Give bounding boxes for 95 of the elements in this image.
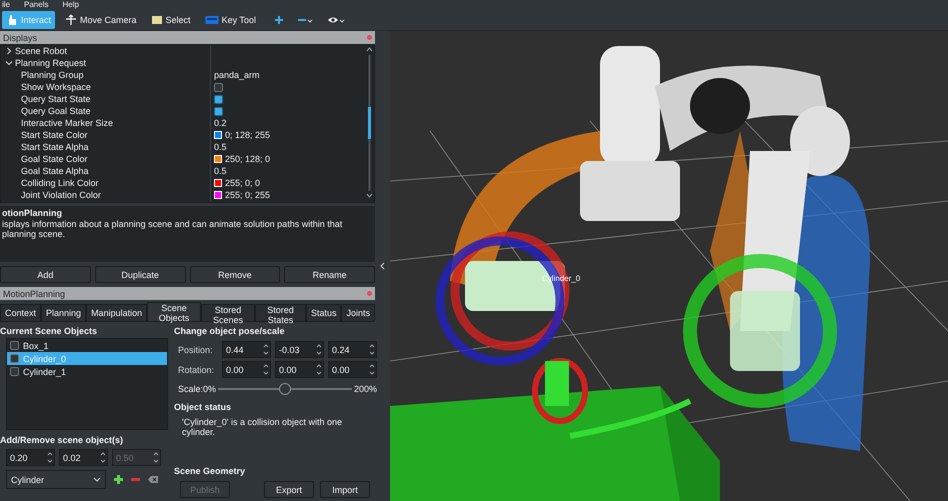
description-text: isplays information about a planning scene and can animate solution paths within that planning scene. bbox=[2, 219, 344, 239]
object-name: Box_1 bbox=[23, 340, 49, 350]
property-value: 0.5 bbox=[214, 166, 227, 176]
tab[interactable]: Planning bbox=[41, 304, 86, 321]
property-label: Joint Violation Color bbox=[21, 190, 101, 200]
plus-icon[interactable] bbox=[274, 15, 284, 25]
tab[interactable]: Joints bbox=[341, 304, 375, 321]
scene-object-item[interactable]: Box_1 bbox=[7, 339, 167, 352]
menu-item[interactable]: Panels bbox=[24, 0, 48, 10]
spin-field[interactable]: 0.00 bbox=[222, 361, 271, 378]
display-button[interactable]: Rename bbox=[284, 266, 375, 283]
scrollbar-drawing[interactable] bbox=[366, 45, 373, 200]
checkbox[interactable] bbox=[214, 94, 223, 104]
geometry-button[interactable]: Import bbox=[320, 481, 370, 498]
property-label: Query Goal State bbox=[21, 106, 91, 116]
display-button[interactable]: Add bbox=[0, 266, 91, 283]
section-heading: Change object pose/scale bbox=[174, 325, 286, 338]
property-label: Start State Alpha bbox=[21, 142, 89, 152]
tree-item[interactable]: Planning Request bbox=[15, 58, 86, 68]
spin-field[interactable]: 0.02 bbox=[59, 449, 108, 466]
plus-icon[interactable] bbox=[114, 475, 123, 484]
property-label: Show Workspace bbox=[21, 82, 91, 92]
slider-thumb[interactable] bbox=[279, 383, 291, 395]
property-value: panda_arm bbox=[214, 70, 260, 80]
checkbox[interactable] bbox=[214, 82, 223, 92]
property-value: 0.2 bbox=[214, 118, 227, 128]
eye-dropdown-icon[interactable] bbox=[328, 15, 346, 25]
property-label: Colliding Link Color bbox=[21, 178, 99, 188]
checkbox[interactable] bbox=[10, 367, 19, 376]
hand-pointer-icon bbox=[6, 14, 18, 26]
checkbox[interactable] bbox=[214, 106, 223, 116]
spin-field[interactable]: 0.00 bbox=[328, 361, 377, 378]
status-text: 'Cylinder_0' is a collision object with one cylinder. bbox=[182, 417, 344, 437]
property-label: Goal State Color bbox=[21, 154, 88, 164]
tab[interactable]: Stored Scenes bbox=[200, 304, 256, 321]
object-label: Cylinder_0 bbox=[542, 274, 580, 283]
panel-title: Displays bbox=[3, 32, 38, 42]
object-name: Cylinder_1 bbox=[23, 366, 66, 376]
display-button[interactable]: Remove bbox=[190, 266, 280, 283]
tab[interactable]: Scene Objects bbox=[147, 302, 201, 321]
slider-max-label: 200% bbox=[354, 384, 377, 394]
spin-arrows-icon[interactable] bbox=[47, 451, 53, 464]
section-heading: Current Scene Objects bbox=[0, 325, 98, 338]
tab[interactable]: Context bbox=[0, 304, 42, 321]
tool-button[interactable]: Select bbox=[146, 11, 195, 29]
spin-field[interactable]: 0.20 bbox=[6, 449, 55, 466]
property-label: Start State Color bbox=[21, 130, 88, 140]
tab[interactable]: Status bbox=[306, 304, 342, 321]
shape-dropdown[interactable]: Cylinder bbox=[6, 470, 106, 489]
property-value: 255; 0; 255 bbox=[225, 190, 270, 200]
spin-arrows-icon[interactable] bbox=[369, 343, 375, 356]
tab[interactable]: Stored States bbox=[255, 304, 306, 321]
property-label: Query Start State bbox=[21, 94, 91, 104]
spin-field[interactable]: -0.03 bbox=[275, 341, 324, 358]
property-label: Planning Group bbox=[21, 70, 84, 80]
checkbox[interactable] bbox=[10, 341, 19, 350]
menu-item[interactable]: Help bbox=[62, 0, 79, 10]
panel-title: MotionPlanning bbox=[3, 288, 66, 298]
geometry-button[interactable]: Export bbox=[264, 481, 314, 498]
slider-min-label: Scale:0% bbox=[178, 384, 216, 394]
object-name: Cylinder_0 bbox=[23, 354, 66, 364]
field-label: Rotation: bbox=[178, 364, 216, 374]
section-heading: Scene Geometry bbox=[174, 465, 246, 478]
property-label: Goal State Alpha bbox=[21, 166, 89, 176]
property-value: 0.5 bbox=[214, 142, 227, 152]
spin-field[interactable]: 0.24 bbox=[328, 341, 377, 358]
spin-arrows-icon[interactable] bbox=[263, 363, 269, 376]
caret-icon bbox=[93, 477, 101, 482]
tree-item[interactable]: Scene Robot bbox=[15, 46, 68, 56]
tool-button[interactable]: Move Camera bbox=[61, 11, 141, 29]
display-button[interactable]: Duplicate bbox=[94, 266, 186, 283]
property-value: 250; 128; 0 bbox=[225, 154, 270, 164]
tab[interactable]: Manipulation bbox=[86, 304, 148, 321]
spin-arrows-icon[interactable] bbox=[316, 363, 322, 376]
spin-arrows-icon[interactable] bbox=[100, 451, 106, 464]
description-title: otionPlanning bbox=[2, 208, 63, 218]
checkbox[interactable] bbox=[10, 354, 19, 363]
property-label: Interactive Marker Size bbox=[21, 118, 114, 128]
section-heading: Add/Remove scene object(s) bbox=[0, 434, 124, 447]
menu-item[interactable]: ile bbox=[2, 0, 10, 10]
clear-icon[interactable] bbox=[148, 476, 158, 483]
property-value: 0; 128; 255 bbox=[225, 130, 270, 140]
move-arrows-icon bbox=[65, 14, 78, 26]
field-label: Position: bbox=[178, 344, 214, 354]
keyboard-icon bbox=[204, 14, 219, 26]
spin-arrows-icon[interactable] bbox=[369, 363, 375, 376]
scene-object-item[interactable]: Cylinder_1 bbox=[7, 365, 167, 378]
selection-rect-icon bbox=[150, 14, 163, 26]
property-value: 255; 0; 0 bbox=[225, 178, 260, 188]
spin-arrows-icon[interactable] bbox=[263, 343, 269, 356]
spin-arrows-icon[interactable] bbox=[316, 343, 322, 356]
spin-field[interactable]: 0.00 bbox=[275, 361, 324, 378]
spin-field[interactable]: 0.44 bbox=[222, 341, 271, 358]
section-heading: Object status bbox=[174, 401, 232, 414]
tool-button[interactable]: Key Tool bbox=[200, 11, 260, 29]
